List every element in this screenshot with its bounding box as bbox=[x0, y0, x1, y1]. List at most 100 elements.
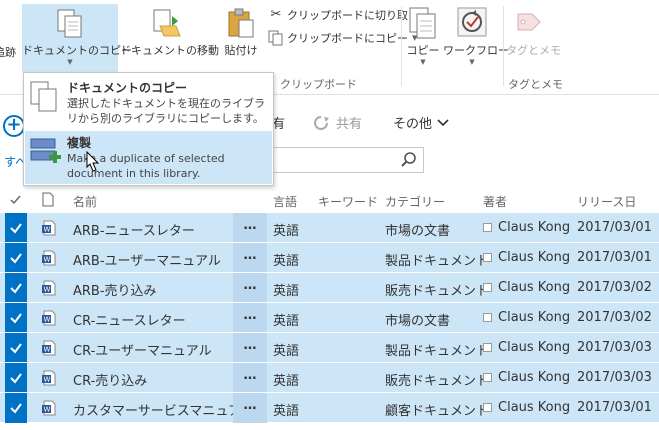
row-selected-check[interactable] bbox=[5, 213, 27, 243]
author-name[interactable]: Claus Kong bbox=[498, 250, 570, 265]
chevron-down-icon: ▼ bbox=[67, 58, 73, 66]
new-button-plus-icon[interactable]: + bbox=[3, 115, 25, 137]
row-selected-check[interactable] bbox=[5, 303, 27, 333]
copy-pages-icon bbox=[409, 7, 436, 39]
word-document-icon: W bbox=[42, 370, 56, 386]
move-document-icon bbox=[153, 9, 181, 37]
document-name-link[interactable]: ARB-ユーザーマニュアル bbox=[73, 250, 221, 269]
row-more-button[interactable]: … bbox=[233, 363, 267, 393]
copy-button[interactable]: コピー ▼ bbox=[405, 6, 441, 66]
table-row[interactable]: W ARB-ニュースレター … 英語 市場の文書 Claus Kong 2017… bbox=[0, 212, 659, 243]
col-header-language[interactable]: 言語 bbox=[273, 193, 297, 210]
table-row[interactable]: W ARB-ユーザーマニュアル … 英語 製品ドキュメント Claus Kong… bbox=[0, 242, 659, 273]
paste-label: 貼付け bbox=[224, 44, 258, 57]
more-options-button[interactable]: その他 bbox=[393, 113, 449, 132]
category-cell: 製品ドキュメント bbox=[385, 254, 490, 269]
word-document-icon: W bbox=[42, 280, 56, 296]
author-name[interactable]: Claus Kong bbox=[498, 220, 570, 235]
file-type-header-icon bbox=[42, 192, 54, 207]
row-selected-check[interactable] bbox=[5, 363, 27, 393]
check-icon bbox=[10, 253, 22, 264]
word-document-icon: W bbox=[42, 340, 56, 356]
check-icon bbox=[10, 403, 22, 414]
paste-icon bbox=[228, 8, 254, 38]
category-cell: 市場の文書 bbox=[385, 314, 451, 329]
copy-icon bbox=[268, 30, 283, 46]
author-name[interactable]: Claus Kong bbox=[498, 400, 570, 415]
release-date-cell: 2017/03/03 bbox=[577, 340, 652, 355]
word-document-icon: W bbox=[42, 310, 56, 326]
col-header-author[interactable]: 著者 bbox=[483, 193, 507, 210]
paste-button[interactable]: 貼付け bbox=[220, 8, 262, 58]
cut-to-clipboard-button[interactable]: ✂ クリップボードに切り取り bbox=[268, 7, 419, 23]
author-cell: Claus Kong bbox=[483, 310, 570, 325]
check-icon bbox=[10, 343, 22, 354]
mouse-pointer-icon bbox=[86, 151, 100, 172]
svg-text:W: W bbox=[44, 406, 51, 414]
language-cell: 英語 bbox=[273, 374, 300, 389]
svg-text:W: W bbox=[44, 316, 51, 324]
author-name[interactable]: Claus Kong bbox=[498, 310, 570, 325]
copy-document-icon bbox=[57, 9, 82, 38]
table-row[interactable]: W カスタマーサービスマニュアル … 英語 顧客ドキュメント Claus Kon… bbox=[0, 392, 659, 423]
check-icon bbox=[10, 373, 22, 384]
document-name-link[interactable]: カスタマーサービスマニュアル bbox=[73, 400, 254, 419]
author-name[interactable]: Claus Kong bbox=[498, 370, 570, 385]
chevron-down-icon bbox=[437, 118, 449, 126]
document-name-link[interactable]: ARB-ニュースレター bbox=[73, 220, 195, 239]
workflow-button[interactable]: ワークフロー ▼ bbox=[443, 6, 509, 66]
presence-indicator bbox=[483, 253, 492, 262]
author-name[interactable]: Claus Kong bbox=[498, 340, 570, 355]
copy-document-button[interactable]: ドキュメントのコピー ▼ bbox=[22, 4, 132, 72]
document-name-link[interactable]: CR-売り込み bbox=[73, 370, 147, 389]
document-name-link[interactable]: CR-ユーザーマニュアル bbox=[73, 340, 212, 359]
scissors-icon: ✂ bbox=[270, 7, 282, 22]
table-row[interactable]: W ARB-売り込み … 英語 販売ドキュメント Claus Kong 2017… bbox=[0, 272, 659, 303]
row-selected-check[interactable] bbox=[5, 243, 27, 273]
author-cell: Claus Kong bbox=[483, 340, 570, 355]
table-row[interactable]: W CR-ニュースレター … 英語 市場の文書 Claus Kong 2017/… bbox=[0, 302, 659, 333]
menu-item-title: 複製 bbox=[67, 136, 92, 150]
release-date-cell: 2017/03/03 bbox=[577, 370, 652, 385]
author-cell: Claus Kong bbox=[483, 400, 570, 415]
follow-button-clipped[interactable]: 追跡 bbox=[0, 44, 16, 60]
copy-to-clipboard-button[interactable]: クリップボードにコピー ▼ bbox=[268, 30, 417, 46]
move-document-button[interactable]: ドキュメントの移動 bbox=[120, 8, 219, 58]
table-row[interactable]: W CR-売り込み … 英語 販売ドキュメント Claus Kong 2017/… bbox=[0, 362, 659, 393]
search-input[interactable] bbox=[262, 147, 424, 173]
menu-item-copy-document[interactable]: ドキュメントのコピー 選択したドキュメントを現在のライブラリから別のライブラリに… bbox=[25, 76, 272, 130]
author-cell: Claus Kong bbox=[483, 370, 570, 385]
group-separator bbox=[503, 6, 504, 86]
category-cell: 製品ドキュメント bbox=[385, 344, 490, 359]
col-header-release-date[interactable]: リリース日 bbox=[577, 193, 636, 210]
share-button[interactable]: 共有 bbox=[312, 113, 362, 132]
row-more-button[interactable]: … bbox=[233, 213, 267, 243]
presence-indicator bbox=[483, 343, 492, 352]
select-all-check-icon[interactable] bbox=[10, 194, 22, 206]
presence-indicator bbox=[483, 313, 492, 322]
language-cell: 英語 bbox=[273, 344, 300, 359]
row-more-button[interactable]: … bbox=[233, 333, 267, 363]
col-header-keywords[interactable]: キーワード bbox=[318, 193, 378, 210]
document-name-link[interactable]: ARB-売り込み bbox=[73, 280, 157, 299]
more-options-label: その他 bbox=[393, 117, 433, 132]
category-cell: 販売ドキュメント bbox=[385, 374, 490, 389]
col-header-name[interactable]: 名前 bbox=[73, 193, 97, 210]
language-cell: 英語 bbox=[273, 224, 300, 239]
row-selected-check[interactable] bbox=[5, 333, 27, 363]
release-date-cell: 2017/03/01 bbox=[577, 400, 652, 415]
row-selected-check[interactable] bbox=[5, 273, 27, 303]
author-name[interactable]: Claus Kong bbox=[498, 280, 570, 295]
row-more-button[interactable]: … bbox=[233, 393, 267, 423]
menu-item-duplicate[interactable]: 複製 Make a duplicate of selected document… bbox=[25, 131, 272, 184]
table-row[interactable]: W CR-ユーザーマニュアル … 英語 製品ドキュメント Claus Kong … bbox=[0, 332, 659, 363]
document-name-link[interactable]: CR-ニュースレター bbox=[73, 310, 186, 329]
col-header-category[interactable]: カテゴリー bbox=[385, 193, 445, 210]
tags-notes-button[interactable]: タグとメモ bbox=[506, 8, 561, 58]
row-more-button[interactable]: … bbox=[233, 273, 267, 303]
row-more-button[interactable]: … bbox=[233, 303, 267, 333]
copy-document-icon bbox=[30, 81, 57, 112]
row-more-button[interactable]: … bbox=[233, 243, 267, 273]
row-selected-check[interactable] bbox=[5, 393, 27, 423]
release-date-cell: 2017/03/01 bbox=[577, 220, 652, 235]
